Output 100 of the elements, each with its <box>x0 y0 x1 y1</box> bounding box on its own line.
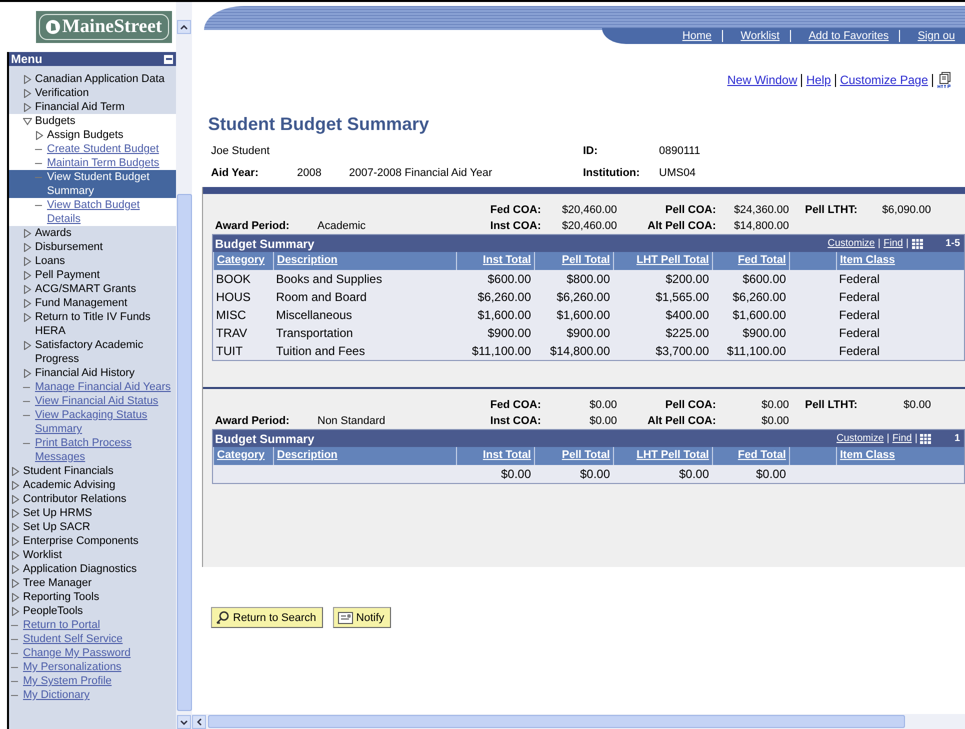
column-header[interactable]: Item Class <box>836 447 964 465</box>
menu-link[interactable]: Maintain Term Budgets <box>9 156 176 170</box>
menu-link[interactable]: View Packaging Status Summary <box>9 408 176 436</box>
menu-folder[interactable]: Tree Manager <box>9 576 176 590</box>
menu-link[interactable]: View Financial Aid Status <box>9 394 176 408</box>
grid-link[interactable]: Find <box>883 238 903 249</box>
collapse-icon[interactable] <box>164 54 173 64</box>
right-triangle-icon[interactable] <box>23 102 32 112</box>
menu-link[interactable]: Manage Financial Aid Years <box>9 380 176 394</box>
menu-link[interactable]: Create Student Budget <box>9 142 176 156</box>
right-triangle-icon[interactable] <box>11 550 20 560</box>
menu-link[interactable]: My Dictionary <box>9 688 176 702</box>
right-triangle-icon[interactable] <box>11 480 20 490</box>
right-triangle-icon[interactable] <box>11 522 20 532</box>
menu-folder[interactable]: Application Diagnostics <box>9 562 176 576</box>
right-triangle-icon[interactable] <box>23 312 32 322</box>
page-link[interactable]: Help <box>806 73 831 87</box>
menu-folder[interactable]: Budgets <box>9 114 176 128</box>
grid-icon[interactable] <box>912 238 923 248</box>
right-triangle-icon[interactable] <box>23 242 32 252</box>
menu-folder[interactable]: Financial Aid History <box>9 366 176 380</box>
right-triangle-icon[interactable] <box>23 340 32 350</box>
column-header[interactable]: LHT Pell Total <box>613 447 712 465</box>
return-to-search-button[interactable]: Return to Search <box>211 607 324 628</box>
right-triangle-icon[interactable] <box>11 578 20 588</box>
column-header[interactable]: Description <box>273 252 456 270</box>
menu-folder[interactable]: Fund Management <box>9 296 176 310</box>
menu-folder[interactable]: Return to Title IV Funds HERA <box>9 310 176 338</box>
column-header[interactable]: Item Class <box>836 252 964 270</box>
column-header[interactable]: LHT Pell Total <box>613 252 712 270</box>
menu-folder[interactable]: PeopleTools <box>9 604 176 618</box>
logo[interactable]: MaineStreet <box>36 11 172 43</box>
menu-folder[interactable]: Satisfactory Academic Progress <box>9 338 176 366</box>
right-triangle-icon[interactable] <box>23 284 32 294</box>
down-triangle-icon[interactable] <box>23 116 32 126</box>
menu-folder[interactable]: Student Financials <box>9 464 176 478</box>
right-triangle-icon[interactable] <box>23 368 32 378</box>
table-cell: $900.00 <box>742 326 786 340</box>
column-header[interactable]: Fed Total <box>712 447 789 465</box>
right-triangle-icon[interactable] <box>23 256 32 266</box>
right-triangle-icon[interactable] <box>11 466 20 476</box>
nav-link[interactable]: Home <box>664 30 722 42</box>
horizontal-scrollbar[interactable] <box>192 714 965 729</box>
menu-link[interactable]: Return to Portal <box>9 618 176 632</box>
menu-folder[interactable]: Disbursement <box>9 240 176 254</box>
menu-link[interactable]: Student Self Service <box>9 632 176 646</box>
menu-folder[interactable]: Awards <box>9 226 176 240</box>
right-triangle-icon[interactable] <box>35 130 44 140</box>
menu-folder[interactable]: Set Up HRMS <box>9 506 176 520</box>
right-triangle-icon[interactable] <box>11 564 20 574</box>
right-triangle-icon[interactable] <box>23 298 32 308</box>
menu-folder[interactable]: Academic Advising <box>9 478 176 492</box>
menu-folder[interactable]: Reporting Tools <box>9 590 176 604</box>
page-link[interactable]: Customize Page <box>840 73 928 87</box>
menu-folder[interactable]: Loans <box>9 254 176 268</box>
right-triangle-icon[interactable] <box>11 494 20 504</box>
nav-link[interactable]: Add to Favorites <box>790 30 899 42</box>
menu-link[interactable]: My Personalizations <box>9 660 176 674</box>
right-triangle-icon[interactable] <box>11 536 20 546</box>
page-link[interactable]: New Window <box>727 73 798 87</box>
right-triangle-icon[interactable] <box>23 74 32 84</box>
nav-link[interactable]: Worklist <box>722 30 790 42</box>
menu-link[interactable]: My System Profile <box>9 674 176 688</box>
menu-folder[interactable]: Worklist <box>9 548 176 562</box>
right-triangle-icon[interactable] <box>23 270 32 280</box>
grid-icon[interactable] <box>920 434 932 444</box>
menu-folder[interactable]: Assign Budgets <box>9 128 176 142</box>
grid-link[interactable]: Customize <box>828 238 875 249</box>
column-header[interactable]: Inst Total <box>456 447 534 465</box>
field-value: Academic <box>317 220 366 232</box>
column-header[interactable]: Pell Total <box>534 447 613 465</box>
column-header[interactable]: Description <box>273 447 456 465</box>
column-header[interactable]: Pell Total <box>534 252 613 270</box>
http-page-icon[interactable] <box>937 72 953 88</box>
menu-link[interactable]: Print Batch Process Messages <box>9 436 176 464</box>
right-triangle-icon[interactable] <box>23 88 32 98</box>
notify-button[interactable]: Notify <box>333 607 392 628</box>
menu-link[interactable]: Change My Password <box>9 646 176 660</box>
menu-folder[interactable]: Canadian Application Data <box>9 72 176 86</box>
menu-folder[interactable]: Financial Aid Term <box>9 100 176 114</box>
grid-link[interactable]: Find <box>892 433 912 444</box>
grid-link[interactable]: Customize <box>836 433 884 444</box>
column-header[interactable]: Inst Total <box>456 252 534 270</box>
nav-link[interactable]: Sign ou <box>898 30 965 42</box>
right-triangle-icon[interactable] <box>11 508 20 518</box>
vertical-scrollbar[interactable] <box>176 2 192 729</box>
column-header[interactable]: Category <box>213 447 273 465</box>
menu-folder[interactable]: Enterprise Components <box>9 534 176 548</box>
right-triangle-icon[interactable] <box>23 228 32 238</box>
right-triangle-icon[interactable] <box>11 592 20 602</box>
column-header[interactable]: Fed Total <box>712 252 789 270</box>
menu-link[interactable]: View Student Budget Summary <box>9 170 176 198</box>
menu-folder[interactable]: Verification <box>9 86 176 100</box>
menu-folder[interactable]: Pell Payment <box>9 268 176 282</box>
menu-folder[interactable]: Contributor Relations <box>9 492 176 506</box>
column-header[interactable]: Category <box>213 252 273 270</box>
right-triangle-icon[interactable] <box>11 606 20 616</box>
menu-link[interactable]: View Batch Budget Details <box>9 198 176 226</box>
menu-folder[interactable]: ACG/SMART Grants <box>9 282 176 296</box>
menu-folder[interactable]: Set Up SACR <box>9 520 176 534</box>
